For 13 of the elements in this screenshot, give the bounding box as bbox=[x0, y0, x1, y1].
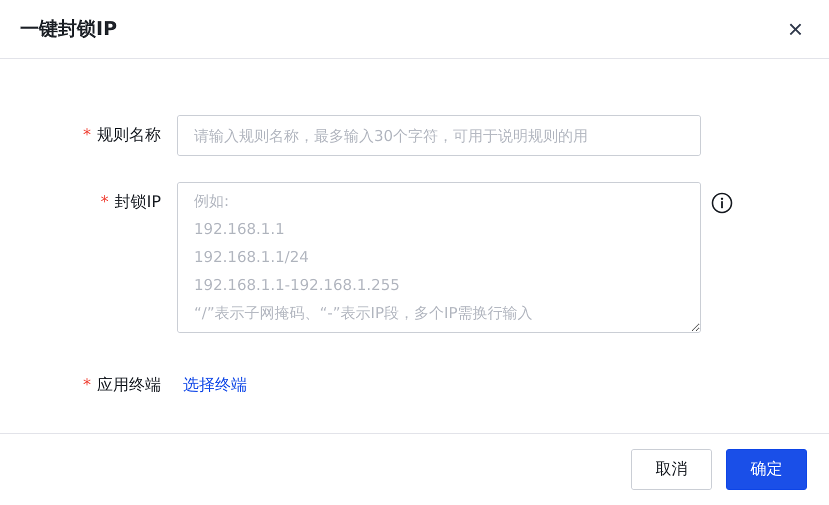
cancel-button[interactable]: 取消 bbox=[631, 449, 712, 490]
select-terminal-link[interactable]: 选择终端 bbox=[183, 375, 247, 394]
rule-name-field[interactable]: 请输入规则名称，最多输入30个字符，可用于说明规则的用 bbox=[177, 115, 701, 156]
field-label: 封锁IP bbox=[114, 192, 161, 213]
required-mark: * bbox=[83, 125, 91, 146]
dialog-title: 一键封锁IP bbox=[20, 17, 117, 42]
field-label: 应用终端 bbox=[97, 375, 161, 396]
ip-list-field[interactable]: 例如: 192.168.1.1 192.168.1.1/24 192.168.1.1-192.168.1.255 “/”表示子网掩码、“-”表示IP段，多个IP需换行输入 bbox=[177, 182, 701, 333]
confirm-button[interactable]: 确定 bbox=[726, 449, 807, 490]
info-icon[interactable] bbox=[711, 192, 733, 214]
required-mark: * bbox=[83, 375, 91, 396]
required-mark: * bbox=[100, 192, 109, 213]
field-label: 规则名称 bbox=[97, 125, 161, 146]
